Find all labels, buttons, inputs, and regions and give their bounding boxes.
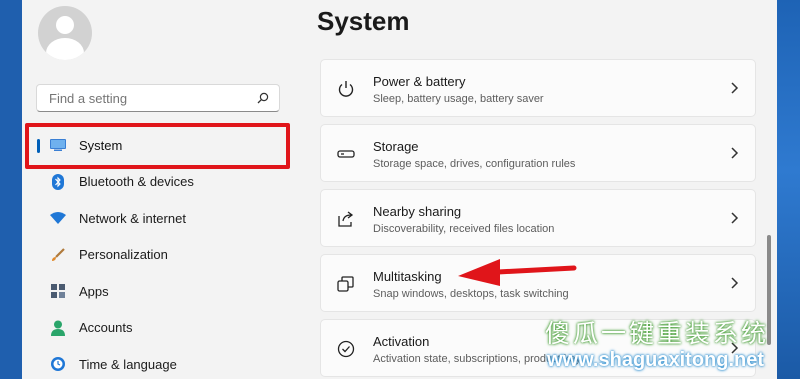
search-box[interactable] [36,84,280,112]
chevron-right-icon [731,277,739,289]
settings-card-multitasking[interactable]: Multitasking Snap windows, desktops, tas… [320,254,756,312]
settings-card-storage[interactable]: Storage Storage space, drives, configura… [320,124,756,182]
search-input[interactable] [47,85,251,111]
settings-card-nearby-sharing[interactable]: Nearby sharing Discoverability, received… [320,189,756,247]
card-title: Activation [373,334,430,349]
sidebar-item-network[interactable]: Network & internet [36,200,286,237]
page-title: System [317,6,410,36]
chevron-right-icon [731,82,739,94]
power-icon [338,81,354,97]
bluetooth-icon [50,173,66,190]
desktop-background [777,0,800,379]
settings-card-power[interactable]: Power & battery Sleep, battery usage, ba… [320,59,756,117]
card-title: Multitasking [373,269,442,284]
card-title: Nearby sharing [373,204,462,219]
sidebar-item-apps[interactable]: Apps [36,273,286,310]
sidebar-item-time-language[interactable]: Time & language [36,346,286,379]
highlight-box [25,123,290,169]
watermark-text: 傻瓜一键重装系统 [545,319,770,348]
card-subtitle: Snap windows, desktops, task switching [373,288,569,300]
watermark-url: www.shaguaxitong.net [547,349,765,371]
accounts-icon [50,320,66,336]
sidebar-item-label: Accounts [79,320,133,336]
brush-icon [50,247,66,263]
wifi-icon [50,210,66,226]
user-avatar[interactable] [38,6,92,60]
share-icon [338,211,354,227]
sidebar-item-personalization[interactable]: Personalization [36,237,286,274]
chevron-right-icon [731,147,739,159]
card-title: Storage [373,139,419,154]
sidebar-item-label: Apps [79,283,109,299]
globe-clock-icon [50,356,66,372]
chevron-right-icon [731,212,739,224]
sidebar-item-label: Network & internet [79,210,186,226]
sidebar-item-label: Time & language [79,356,177,372]
card-subtitle: Discoverability, received files location [373,223,555,235]
apps-icon [50,283,66,299]
multitasking-icon [337,276,354,292]
card-title: Power & battery [373,74,466,89]
sidebar-item-label: Bluetooth & devices [79,174,194,190]
card-subtitle: Storage space, drives, configuration rul… [373,158,576,170]
sidebar-item-label: Personalization [79,247,168,263]
storage-icon [337,150,355,158]
card-subtitle: Sleep, battery usage, battery saver [373,93,544,105]
sidebar-item-accounts[interactable]: Accounts [36,310,286,347]
search-icon[interactable] [257,92,269,104]
activation-icon [337,340,355,358]
